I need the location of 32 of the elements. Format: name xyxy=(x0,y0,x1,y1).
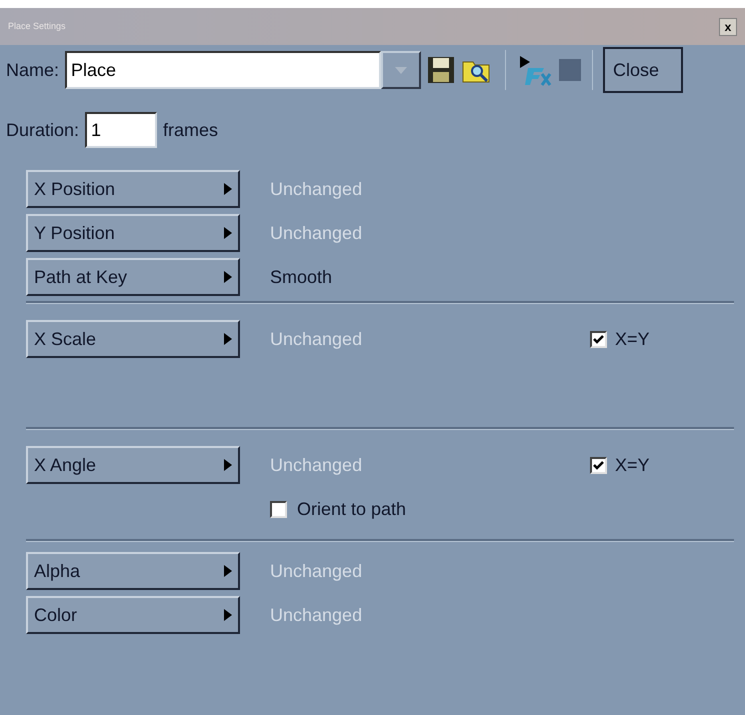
value-label: Unchanged xyxy=(270,454,364,477)
frames-label: frames xyxy=(163,118,218,142)
value-label: Unchanged xyxy=(270,560,364,583)
name-label: Name: xyxy=(6,58,60,82)
value-label: Unchanged xyxy=(270,178,364,201)
triangle-icon xyxy=(224,271,232,283)
close-button[interactable]: x xyxy=(719,18,737,36)
checkbox-label: Orient to path xyxy=(297,498,406,521)
checkbox[interactable] xyxy=(270,500,287,518)
triangle-icon xyxy=(224,459,232,471)
triangle-icon xyxy=(224,333,232,345)
property-button[interactable]: Path at Key xyxy=(26,258,240,296)
triangle-icon xyxy=(224,227,232,239)
duration-label: Duration: xyxy=(6,118,80,142)
checkbox-label: X=Y xyxy=(615,328,650,350)
check-icon xyxy=(593,460,604,470)
value-label: Unchanged xyxy=(270,328,364,351)
value-label: Unchanged xyxy=(270,604,364,627)
triangle-icon xyxy=(224,565,232,577)
dropdown-button[interactable] xyxy=(381,51,422,89)
value-label: Smooth xyxy=(270,266,334,288)
caret-icon xyxy=(395,66,408,74)
window-title: Place Settings xyxy=(8,20,66,33)
name-field[interactable]: Place xyxy=(65,51,382,89)
checkbox-label: X=Y xyxy=(615,454,650,476)
value-label: Unchanged xyxy=(270,222,364,245)
duration-field[interactable]: 1 xyxy=(85,112,158,148)
play-effects-icon[interactable] xyxy=(518,54,552,86)
triangle-icon xyxy=(224,609,232,621)
close-button[interactable]: Close xyxy=(603,47,684,93)
check-icon xyxy=(593,334,604,344)
triangle-icon xyxy=(224,183,232,195)
